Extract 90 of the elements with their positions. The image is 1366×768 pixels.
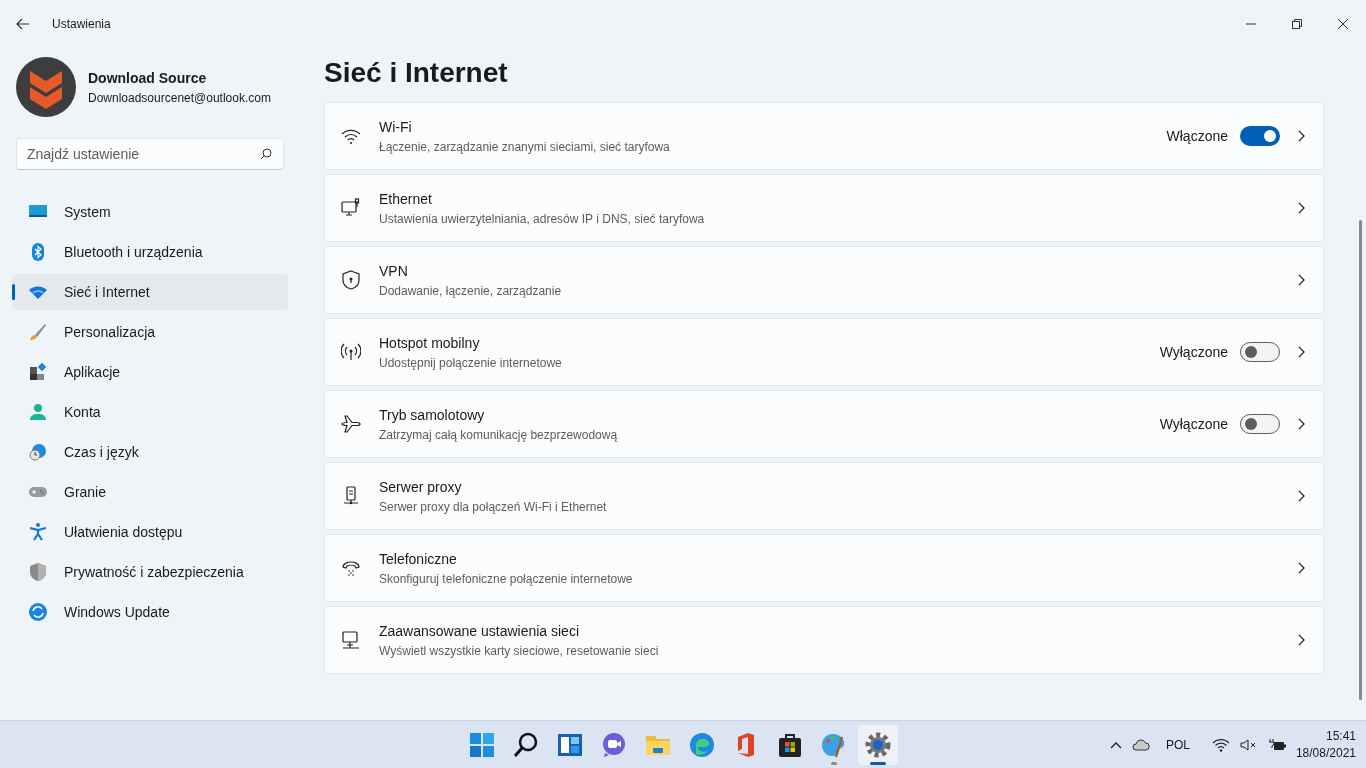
search-icon <box>512 731 540 759</box>
chevron-right-icon <box>1298 130 1305 142</box>
paintbrush-icon <box>28 322 48 342</box>
store-icon <box>776 731 804 759</box>
setting-card[interactable]: Ethernet Ustawienia uwierzytelniania, adresów IP i DNS, sieć taryfowa <box>324 174 1324 242</box>
language-indicator[interactable]: POL <box>1165 735 1190 754</box>
clock[interactable]: 15:41 18/08/2021 <box>1295 728 1356 761</box>
search-icon[interactable] <box>260 148 272 160</box>
clock-date: 18/08/2021 <box>1295 744 1356 761</box>
accessibility-icon <box>28 522 48 542</box>
maximize-icon[interactable] <box>1292 19 1302 29</box>
video-chat-icon <box>600 731 628 759</box>
chevron-right-icon <box>1298 346 1305 358</box>
back-arrow-icon[interactable] <box>16 18 30 30</box>
setting-description: Skonfiguruj telefoniczne połączenie internetowe <box>379 570 634 588</box>
toggle-status: Wyłączone <box>1159 342 1228 362</box>
setting-title: Wi-Fi <box>379 117 413 137</box>
sidebar-item[interactable]: Sieć i Internet <box>12 274 288 310</box>
setting-card[interactable]: Telefoniczne Skonfiguruj telefoniczne połączenie internetowe <box>324 534 1324 602</box>
proxy-icon <box>341 486 361 506</box>
toggle-switch[interactable] <box>1240 414 1280 434</box>
battery-charging-icon[interactable] <box>1267 737 1286 752</box>
setting-description: Serwer proxy dla połączeń Wi-Fi i Ethernet <box>379 498 608 516</box>
setting-title: Tryb samolotowy <box>379 405 486 425</box>
sidebar-item[interactable]: Konta <box>12 394 288 430</box>
search-field[interactable]: Znajdź ustawienie <box>16 138 284 170</box>
setting-title: Ethernet <box>379 189 433 209</box>
globe-clock-icon <box>28 442 48 462</box>
window-title: Ustawienia <box>52 16 111 33</box>
airplane-icon <box>341 414 361 434</box>
shield-lock-icon <box>341 270 361 290</box>
setting-title: Zaawansowane ustawienia sieci <box>379 621 580 641</box>
profile-name: Download Source <box>88 68 208 88</box>
setting-card[interactable]: Wi-Fi Łączenie, zarządzanie znanymi sieciami, sieć taryfowa Włączone <box>324 102 1324 170</box>
wifi-icon[interactable] <box>1211 737 1230 752</box>
sidebar-item[interactable]: Bluetooth i urządzenia <box>12 234 288 270</box>
person-icon <box>28 402 48 422</box>
gear-icon <box>864 731 892 759</box>
chevron-up-icon[interactable] <box>1109 740 1122 749</box>
chevron-right-icon <box>1298 634 1305 646</box>
setting-description: Dodawanie, łączenie, zarządzanie <box>379 282 563 300</box>
setting-title: Telefoniczne <box>379 549 458 569</box>
setting-description: Udostępnij połączenie internetowe <box>379 354 563 372</box>
apps-icon <box>28 362 48 382</box>
browser-icon <box>688 731 716 759</box>
toggle-status: Włączone <box>1166 126 1228 146</box>
setting-description: Zatrzymaj całą komunikację bezprzewodową <box>379 426 619 444</box>
dial-up-icon <box>341 558 361 578</box>
sidebar-item[interactable]: Windows Update <box>12 594 288 630</box>
update-icon <box>28 602 48 622</box>
toggle-switch[interactable] <box>1240 126 1280 146</box>
hotspot-icon <box>341 342 361 362</box>
toggle-switch[interactable] <box>1240 342 1280 362</box>
scrollbar[interactable] <box>1359 220 1362 700</box>
setting-card[interactable]: Tryb samolotowy Zatrzymaj całą komunikację bezprzewodową Wyłączone <box>324 390 1324 458</box>
sidebar-item[interactable]: Aplikacje <box>12 354 288 390</box>
toggle-status: Wyłączone <box>1159 414 1228 434</box>
sidebar-item[interactable]: Personalizacja <box>12 314 288 350</box>
windows-start-icon <box>468 731 496 759</box>
sidebar-item[interactable]: Granie <box>12 474 288 510</box>
chevron-right-icon <box>1298 562 1305 574</box>
speaker-muted-icon[interactable] <box>1239 737 1258 752</box>
setting-title: Hotspot mobilny <box>379 333 481 353</box>
sidebar-item[interactable]: Prywatność i zabezpieczenia <box>12 554 288 590</box>
page-title: Sieć i Internet <box>324 56 509 91</box>
close-icon[interactable] <box>1338 19 1348 29</box>
setting-card[interactable]: Hotspot mobilny Udostępnij połączenie internetowe Wyłączone <box>324 318 1324 386</box>
setting-description: Wyświetl wszystkie karty sieciowe, resetowanie sieci <box>379 642 660 660</box>
profile-email: Downloadsourcenet@outlook.com <box>88 89 271 107</box>
chevron-right-icon <box>1298 490 1305 502</box>
avatar-icon[interactable] <box>16 57 76 117</box>
setting-card[interactable]: Serwer proxy Serwer proxy dla połączeń Wi-Fi i Ethernet <box>324 462 1324 530</box>
widgets-icon <box>556 731 584 759</box>
setting-description: Ustawienia uwierzytelniania, adresów IP i DNS, sieć taryfowa <box>379 210 706 228</box>
chevron-right-icon <box>1298 418 1305 430</box>
setting-description: Łączenie, zarządzanie znanymi sieciami, sieć taryfowa <box>379 138 671 156</box>
chevron-right-icon <box>1298 202 1305 214</box>
clock-time: 15:41 <box>1324 728 1356 745</box>
sidebar-item[interactable]: Ułatwienia dostępu <box>12 514 288 550</box>
setting-card[interactable]: Zaawansowane ustawienia sieci Wyświetl wszystkie karty sieciowe, resetowanie sieci <box>324 606 1324 674</box>
setting-title: Serwer proxy <box>379 477 463 497</box>
sidebar-item[interactable]: System <box>12 194 288 230</box>
network-monitor-icon <box>341 630 361 650</box>
setting-card[interactable]: VPN Dodawanie, łączenie, zarządzanie <box>324 246 1324 314</box>
sidebar-item[interactable]: Czas i język <box>12 434 288 470</box>
chevron-right-icon <box>1298 274 1305 286</box>
setting-title: VPN <box>379 261 409 281</box>
cloud-icon[interactable] <box>1131 738 1150 751</box>
shield-icon <box>28 562 48 582</box>
monitor-icon <box>341 198 361 218</box>
